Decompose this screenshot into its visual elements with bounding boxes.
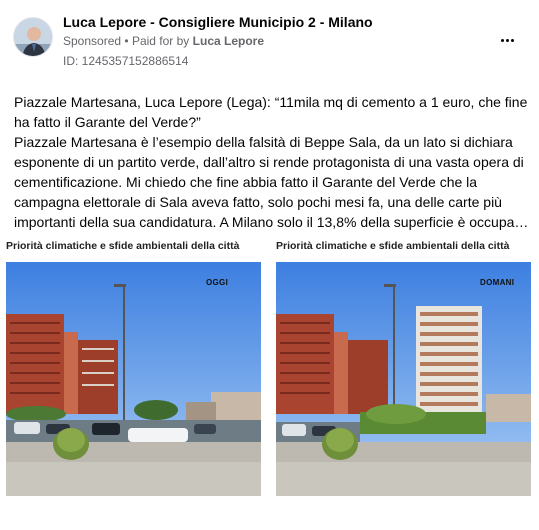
- ad-id: ID: 1245357152886514: [63, 54, 189, 68]
- post-image[interactable]: Priorità climatiche e sfide ambientali d…: [0, 236, 539, 498]
- left-panel-title: Priorità climatiche e sfide ambientali d…: [6, 240, 240, 252]
- page-name-link[interactable]: Luca Lepore - Consigliere Municipio 2 - …: [63, 14, 373, 30]
- more-horizontal-icon: [500, 38, 504, 42]
- photo-tomorrow: [276, 262, 531, 496]
- right-panel-title: Priorità climatiche e sfide ambientali d…: [276, 240, 510, 252]
- tag-oggi: OGGI: [206, 278, 229, 287]
- post-text: Piazzale Martesana, Luca Lepore (Lega): …: [14, 92, 530, 232]
- post-headline: Piazzale Martesana, Luca Lepore (Lega): …: [14, 94, 528, 130]
- paid-for-name: Luca Lepore: [192, 34, 265, 48]
- tag-domani: DOMANI: [480, 278, 515, 287]
- sponsored-line: Sponsored • Paid for by Luca Lepore: [63, 34, 264, 48]
- photo-today: [6, 262, 261, 496]
- paid-for-prefix: Paid for by: [131, 34, 190, 48]
- post-body: Piazzale Martesana è l’esempio della fal…: [14, 134, 529, 230]
- profile-avatar[interactable]: [13, 17, 53, 57]
- sponsored-label[interactable]: Sponsored: [63, 34, 121, 48]
- ad-post-card: Luca Lepore - Consigliere Municipio 2 - …: [0, 0, 539, 530]
- more-options-button[interactable]: [494, 30, 520, 50]
- separator-dot: •: [124, 34, 129, 48]
